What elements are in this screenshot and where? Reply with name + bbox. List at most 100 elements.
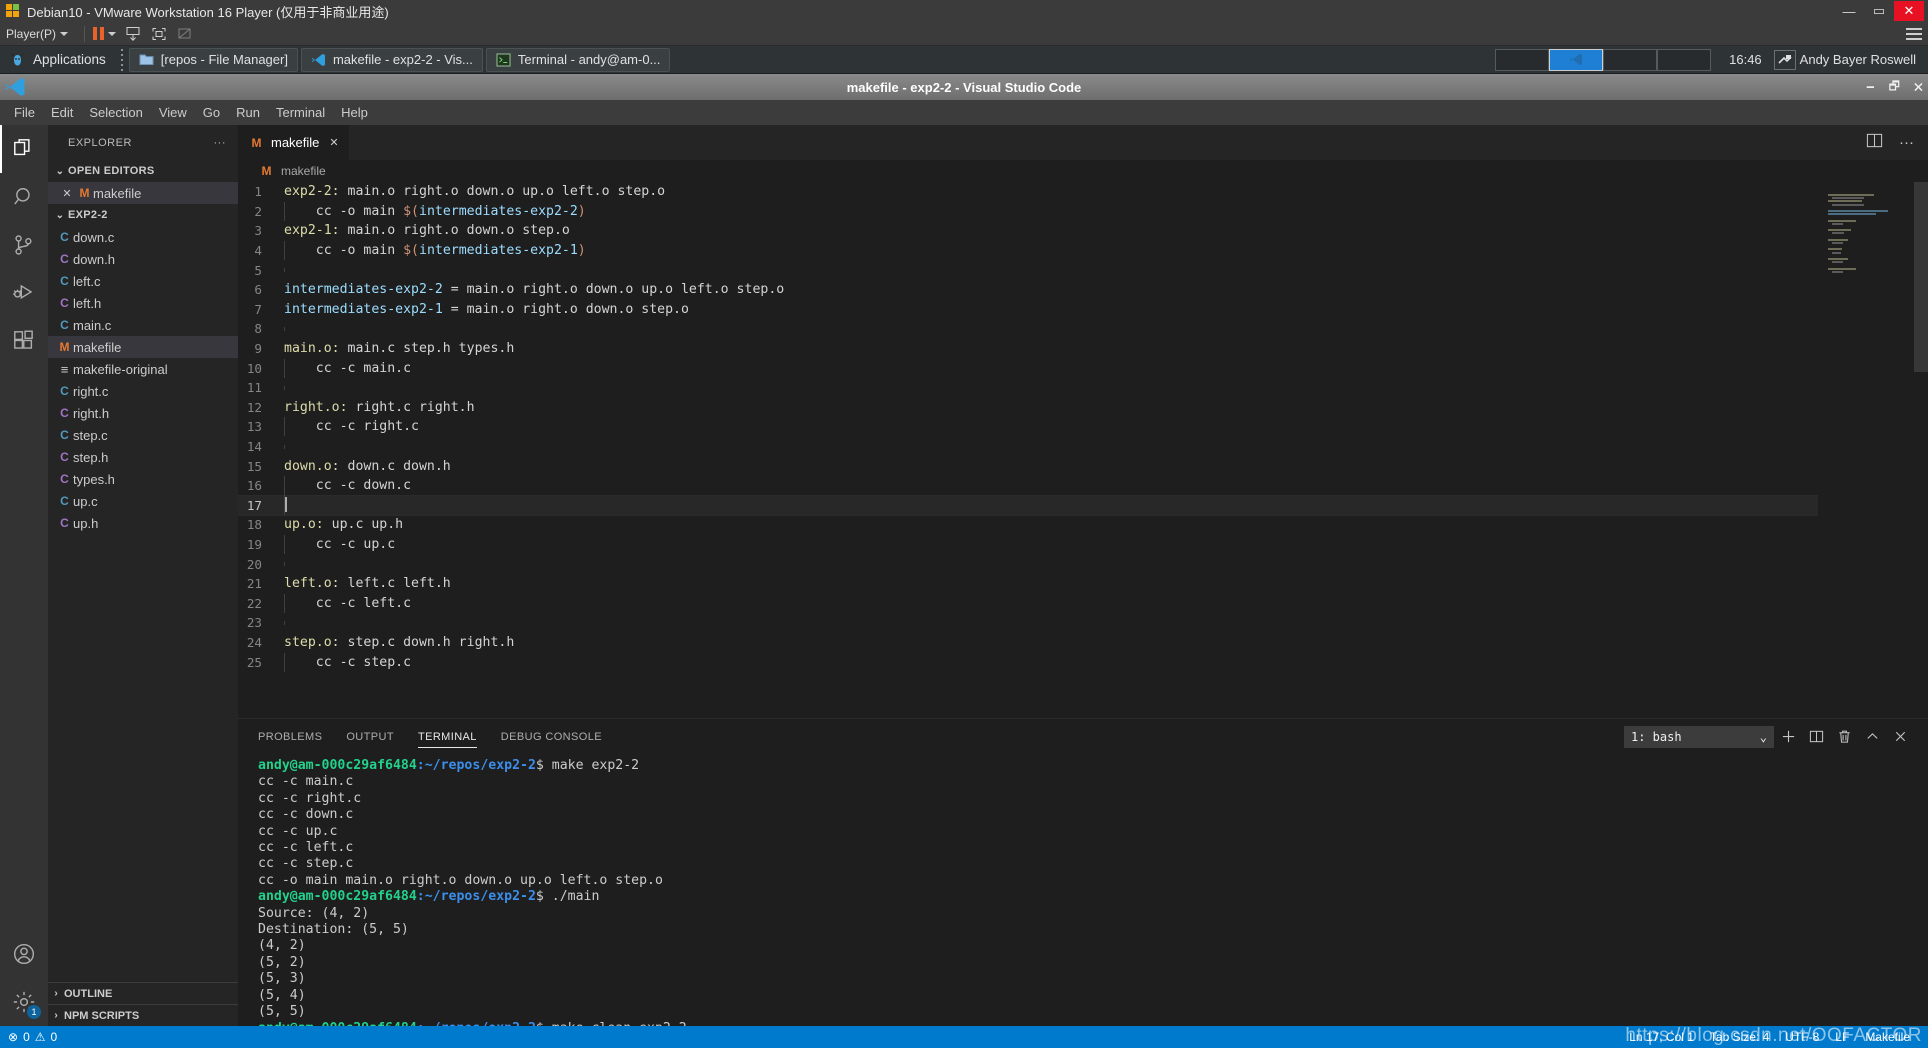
file-tree-item[interactable]: Cright.h xyxy=(48,402,238,424)
section-npm-scripts[interactable]: › NPM SCRIPTS xyxy=(48,1004,238,1026)
file-tree-item[interactable]: Cup.h xyxy=(48,512,238,534)
vmware-window-buttons[interactable]: — ▭ ✕ xyxy=(1834,1,1924,21)
vmware-minimize-button[interactable]: — xyxy=(1834,1,1864,21)
kill-terminal-icon[interactable] xyxy=(1830,723,1858,751)
vmware-maximize-button[interactable]: ▭ xyxy=(1864,1,1894,21)
status-cursor-position[interactable]: Ln 17, Col 1 xyxy=(1621,1030,1702,1044)
code-line[interactable]: 19 cc -c up.c xyxy=(238,534,1818,555)
code-line[interactable]: 18 up.o: up.c up.h xyxy=(238,515,1818,535)
file-tree-item[interactable]: Cmain.c xyxy=(48,314,238,336)
vmware-close-button[interactable]: ✕ xyxy=(1894,1,1924,21)
status-tab-size[interactable]: Tab Size: 4 xyxy=(1702,1030,1777,1044)
breadcrumb[interactable]: M makefile xyxy=(238,160,1928,182)
menu-file[interactable]: File xyxy=(6,100,43,125)
workspace-3[interactable] xyxy=(1603,48,1658,71)
editor-scrollbar[interactable] xyxy=(1914,182,1928,718)
vscode-maximize-button[interactable]: 🗗 xyxy=(1889,77,1900,98)
code-line[interactable]: 23 xyxy=(238,613,1818,633)
workspace-pager[interactable] xyxy=(1495,48,1712,71)
code-editor[interactable]: 1 exp2-2: main.o right.o down.o up.o left… xyxy=(238,182,1928,718)
code-line[interactable]: 5 xyxy=(238,260,1818,280)
section-open-editors[interactable]: ⌄ OPEN EDITORS xyxy=(48,160,238,182)
code-line[interactable]: 10 cc -c main.c xyxy=(238,358,1818,378)
file-tree-item[interactable]: Cleft.h xyxy=(48,292,238,314)
code-line[interactable]: 15 down.o: down.c down.h xyxy=(238,456,1818,476)
scrollbar-thumb[interactable] xyxy=(1914,182,1928,372)
code-line[interactable]: 1 exp2-2: main.o right.o down.o up.o left… xyxy=(238,182,1818,202)
code-line[interactable]: 9 main.o: main.c step.h types.h xyxy=(238,339,1818,359)
activity-explorer-button[interactable] xyxy=(0,125,48,173)
suspend-button[interactable] xyxy=(93,27,117,40)
tab-terminal[interactable]: TERMINAL xyxy=(417,719,477,754)
taskbar-clock[interactable]: 16:46 xyxy=(1717,52,1774,67)
status-problems[interactable]: ⊗ 0 ⚠ 0 xyxy=(0,1030,57,1044)
code-lines[interactable]: 1 exp2-2: main.o right.o down.o up.o left… xyxy=(238,182,1819,718)
open-editor-item-makefile[interactable]: ✕ M makefile xyxy=(48,182,238,204)
status-encoding[interactable]: UTF-8 xyxy=(1777,1030,1827,1044)
file-tree-item[interactable]: Cstep.c xyxy=(48,424,238,446)
applications-menu-button[interactable]: Applications xyxy=(0,46,115,74)
activity-extensions-button[interactable] xyxy=(0,317,48,365)
activity-account-button[interactable] xyxy=(0,930,48,978)
code-line[interactable]: 25 cc -c step.c xyxy=(238,652,1818,672)
activity-source-control-button[interactable] xyxy=(0,221,48,269)
activity-search-button[interactable] xyxy=(0,173,48,221)
menu-run[interactable]: Run xyxy=(228,100,268,125)
tab-problems[interactable]: PROBLEMS xyxy=(258,719,322,754)
code-line[interactable]: 14 xyxy=(238,437,1818,457)
menu-hamburger-icon[interactable] xyxy=(1906,27,1922,40)
file-tree-item[interactable]: Cdown.h xyxy=(48,248,238,270)
workspace-4[interactable] xyxy=(1657,48,1712,71)
code-line[interactable]: 3 exp2-1: main.o right.o down.o step.o xyxy=(238,221,1818,241)
panel-grip-handle[interactable] xyxy=(120,48,123,71)
status-language-mode[interactable]: Makefile xyxy=(1857,1030,1918,1044)
terminal-output[interactable]: andy@am-000c29af6484:~/repos/exp2-2$ mak… xyxy=(238,754,1928,1026)
file-tree-item[interactable]: ≡ makefile-original xyxy=(48,358,238,380)
file-tree-item[interactable]: Cdown.c xyxy=(48,226,238,248)
file-tree-item[interactable]: Cup.c xyxy=(48,490,238,512)
tab-makefile[interactable]: M makefile ✕ xyxy=(238,125,350,160)
code-line[interactable]: 8 xyxy=(238,319,1818,339)
file-tree-item[interactable]: Cright.c xyxy=(48,380,238,402)
menu-go[interactable]: Go xyxy=(195,100,228,125)
file-tree-item[interactable]: Cleft.c xyxy=(48,270,238,292)
menu-terminal[interactable]: Terminal xyxy=(268,100,333,125)
close-panel-icon[interactable] xyxy=(1886,723,1914,751)
activity-run-debug-button[interactable] xyxy=(0,269,48,317)
file-tree-item[interactable]: Mmakefile xyxy=(48,336,238,358)
taskbar-username[interactable]: Andy Bayer Roswell xyxy=(1796,52,1928,67)
file-tree-item[interactable]: Ctypes.h xyxy=(48,468,238,490)
vscode-minimize-button[interactable]: 🗕 xyxy=(1866,77,1875,98)
code-line[interactable]: 21 left.o: left.c left.h xyxy=(238,574,1818,594)
section-folder-exp2-2[interactable]: ⌄ EXP2-2 xyxy=(48,204,238,226)
code-line[interactable]: 22 cc -c left.c xyxy=(238,593,1818,613)
code-line[interactable]: 20 xyxy=(238,554,1818,574)
close-icon[interactable]: ✕ xyxy=(58,187,76,200)
file-tree-item[interactable]: Cstep.h xyxy=(48,446,238,468)
workspace-2-active[interactable] xyxy=(1549,48,1604,71)
more-actions-icon[interactable]: ··· xyxy=(1899,134,1914,151)
tab-close-icon[interactable]: ✕ xyxy=(329,136,338,149)
taskbar-item-file-manager[interactable]: [repos - File Manager] xyxy=(128,47,298,72)
split-terminal-icon[interactable] xyxy=(1802,723,1830,751)
minimap[interactable] xyxy=(1818,182,1928,718)
activity-settings-button[interactable]: 1 xyxy=(0,978,48,1026)
unity-mode-button[interactable] xyxy=(176,26,194,42)
maximize-panel-icon[interactable] xyxy=(1858,723,1886,751)
tab-debug-console[interactable]: DEBUG CONSOLE xyxy=(501,719,602,754)
code-line[interactable]: 4 cc -o main $(intermediates-exp2-1) xyxy=(238,241,1818,261)
vscode-close-button[interactable]: 🗙 xyxy=(1914,77,1923,98)
section-outline[interactable]: › OUTLINE xyxy=(48,982,238,1004)
terminal-select-dropdown[interactable]: 1: bash ⌄ xyxy=(1624,725,1774,748)
taskbar-item-terminal[interactable]: Terminal - andy@am-0... xyxy=(485,47,671,72)
send-ctrl-alt-del-button[interactable] xyxy=(124,26,142,42)
code-line[interactable]: 13 cc -c right.c xyxy=(238,417,1818,437)
code-line[interactable]: 11 xyxy=(238,378,1818,398)
code-line[interactable]: 12 right.o: right.c right.h xyxy=(238,398,1818,418)
code-line[interactable]: 7 intermediates-exp2-1 = main.o right.o d… xyxy=(238,300,1818,320)
menu-help[interactable]: Help xyxy=(333,100,376,125)
network-tray-icon[interactable] xyxy=(1773,49,1796,70)
menu-selection[interactable]: Selection xyxy=(81,100,150,125)
code-line[interactable]: 16 cc -c down.c xyxy=(238,476,1818,496)
taskbar-item-vscode[interactable]: makefile - exp2-2 - Vis... xyxy=(300,47,483,72)
